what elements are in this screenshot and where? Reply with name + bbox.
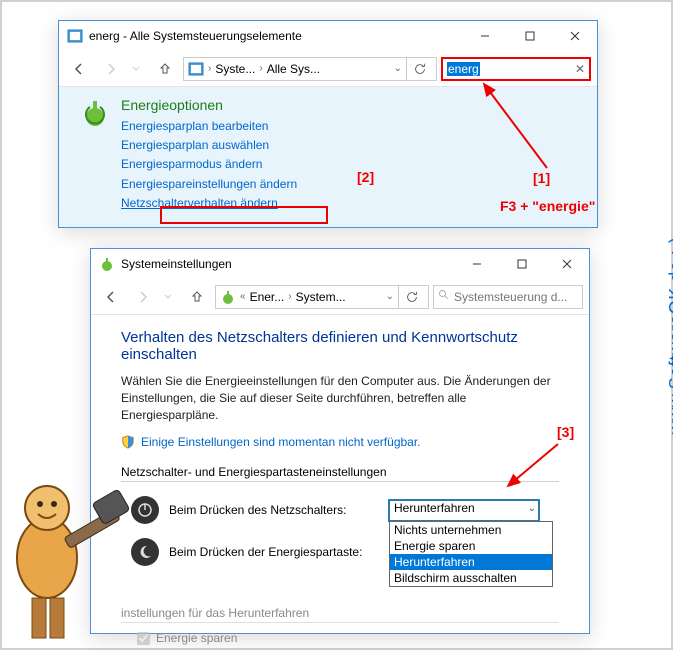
back-button[interactable] — [97, 283, 125, 311]
admin-settings-link[interactable]: Einige Einstellungen sind momentan nicht… — [121, 435, 559, 449]
result-link-power-button[interactable]: Netzschalterverhalten ändern — [121, 194, 577, 213]
power-icon — [131, 496, 159, 524]
combo-dropdown: Nichts unternehmen Energie sparen Herunt… — [389, 521, 553, 587]
power-button-action-combo[interactable]: Herunterfahren — [389, 500, 539, 521]
page-title: Verhalten des Netzschalters definieren u… — [121, 329, 559, 363]
forward-button[interactable] — [97, 55, 125, 83]
breadcrumb-part[interactable]: Alle Sys... — [267, 62, 320, 76]
titlebar[interactable]: Systemeinstellungen — [91, 249, 589, 279]
section-heading-disabled: instellungen für das Herunterfahren — [121, 606, 559, 623]
up-button[interactable] — [151, 55, 179, 83]
breadcrumb-part[interactable]: Syste... — [215, 62, 255, 76]
power-button-row: Beim Drücken des Netzschalters: Herunter… — [121, 496, 559, 524]
search-input[interactable]: energ — [447, 62, 480, 76]
combo-option[interactable]: Herunterfahren — [390, 554, 552, 570]
address-bar[interactable]: › Syste... › Alle Sys... ⌄ — [183, 57, 437, 81]
breadcrumb-sep-icon: › — [208, 63, 211, 74]
refresh-button[interactable] — [398, 285, 424, 309]
control-panel-icon — [188, 61, 204, 77]
control-panel-icon — [67, 28, 83, 44]
nav-toolbar: › Syste... › Alle Sys... ⌄ energ ✕ — [59, 51, 597, 87]
recent-dropdown-icon[interactable] — [129, 55, 143, 83]
power-options-icon — [99, 256, 115, 272]
breadcrumb-part[interactable]: Ener... — [250, 290, 285, 304]
address-bar[interactable]: « Ener... › System... ⌄ — [215, 285, 429, 309]
moon-icon — [131, 538, 159, 566]
row-label: Beim Drücken der Energiespartaste: — [169, 545, 379, 559]
titlebar[interactable]: energ - Alle Systemsteuerungselemente — [59, 21, 597, 51]
window-title: energ - Alle Systemsteuerungselemente — [89, 29, 462, 43]
settings-content: Verhalten des Netzschalters definieren u… — [91, 315, 589, 655]
breadcrumb-part[interactable]: System... — [296, 290, 346, 304]
chevron-down-icon[interactable]: ⌄ — [394, 63, 402, 74]
page-description: Wählen Sie die Energieeinstellungen für … — [121, 373, 559, 423]
section-heading: Netzschalter- und Energiespartasteneinst… — [121, 465, 559, 482]
forward-button[interactable] — [129, 283, 157, 311]
admin-link-text: Einige Einstellungen sind momentan nicht… — [141, 435, 421, 449]
recent-dropdown-icon[interactable] — [161, 283, 175, 311]
maximize-button[interactable] — [507, 21, 552, 51]
mascot-logo — [0, 448, 132, 648]
minimize-button[interactable] — [462, 21, 507, 51]
result-link[interactable]: Energiesparplan auswählen — [121, 136, 577, 155]
window-title: Systemeinstellungen — [121, 257, 454, 271]
clear-search-icon[interactable]: ✕ — [575, 62, 585, 76]
result-link[interactable]: Energiesparplan bearbeiten — [121, 117, 577, 136]
breadcrumb-sep-icon: › — [259, 63, 262, 74]
close-button[interactable] — [552, 21, 597, 51]
search-input-container — [433, 285, 583, 309]
close-button[interactable] — [544, 249, 589, 279]
search-input[interactable] — [454, 290, 578, 304]
chevron-down-icon[interactable]: ⌄ — [386, 291, 394, 302]
combo-option[interactable]: Energie sparen — [390, 538, 552, 554]
system-settings-window: Systemeinstellungen « Ener... › System..… — [90, 248, 590, 634]
result-title[interactable]: Energieoptionen — [121, 97, 577, 113]
power-button-combo-wrap: Herunterfahren ⌄ Nichts unternehmen Ener… — [389, 500, 539, 521]
minimize-button[interactable] — [454, 249, 499, 279]
checkbox-row: Energie sparen — [121, 631, 559, 645]
nav-toolbar: « Ener... › System... ⌄ — [91, 279, 589, 315]
result-link[interactable]: Energiespareinstellungen ändern — [121, 175, 577, 194]
watermark-text: www.SoftwareOK.de :-) — [667, 237, 673, 435]
breadcrumb-sep-icon: « — [240, 291, 246, 302]
back-button[interactable] — [65, 55, 93, 83]
power-options-icon — [220, 289, 236, 305]
checkbox-label: Energie sparen — [156, 631, 237, 645]
combo-option[interactable]: Bildschirm ausschalten — [390, 570, 552, 586]
search-input-container: energ ✕ — [441, 57, 591, 81]
result-body: Energieoptionen Energiesparplan bearbeit… — [121, 97, 577, 213]
refresh-button[interactable] — [406, 57, 432, 81]
row-label: Beim Drücken des Netzschalters: — [169, 503, 379, 517]
energy-save-checkbox — [137, 632, 150, 645]
search-icon — [438, 289, 450, 304]
result-item: Energieoptionen Energiesparplan bearbeit… — [79, 97, 577, 213]
search-results-pane: Energieoptionen Energiesparplan bearbeit… — [59, 87, 597, 227]
power-options-icon — [79, 97, 111, 129]
control-panel-search-window: energ - Alle Systemsteuerungselemente › … — [58, 20, 598, 228]
result-link[interactable]: Energiesparmodus ändern — [121, 155, 577, 174]
breadcrumb-sep-icon: › — [288, 291, 291, 302]
combo-option[interactable]: Nichts unternehmen — [390, 522, 552, 538]
maximize-button[interactable] — [499, 249, 544, 279]
up-button[interactable] — [183, 283, 211, 311]
